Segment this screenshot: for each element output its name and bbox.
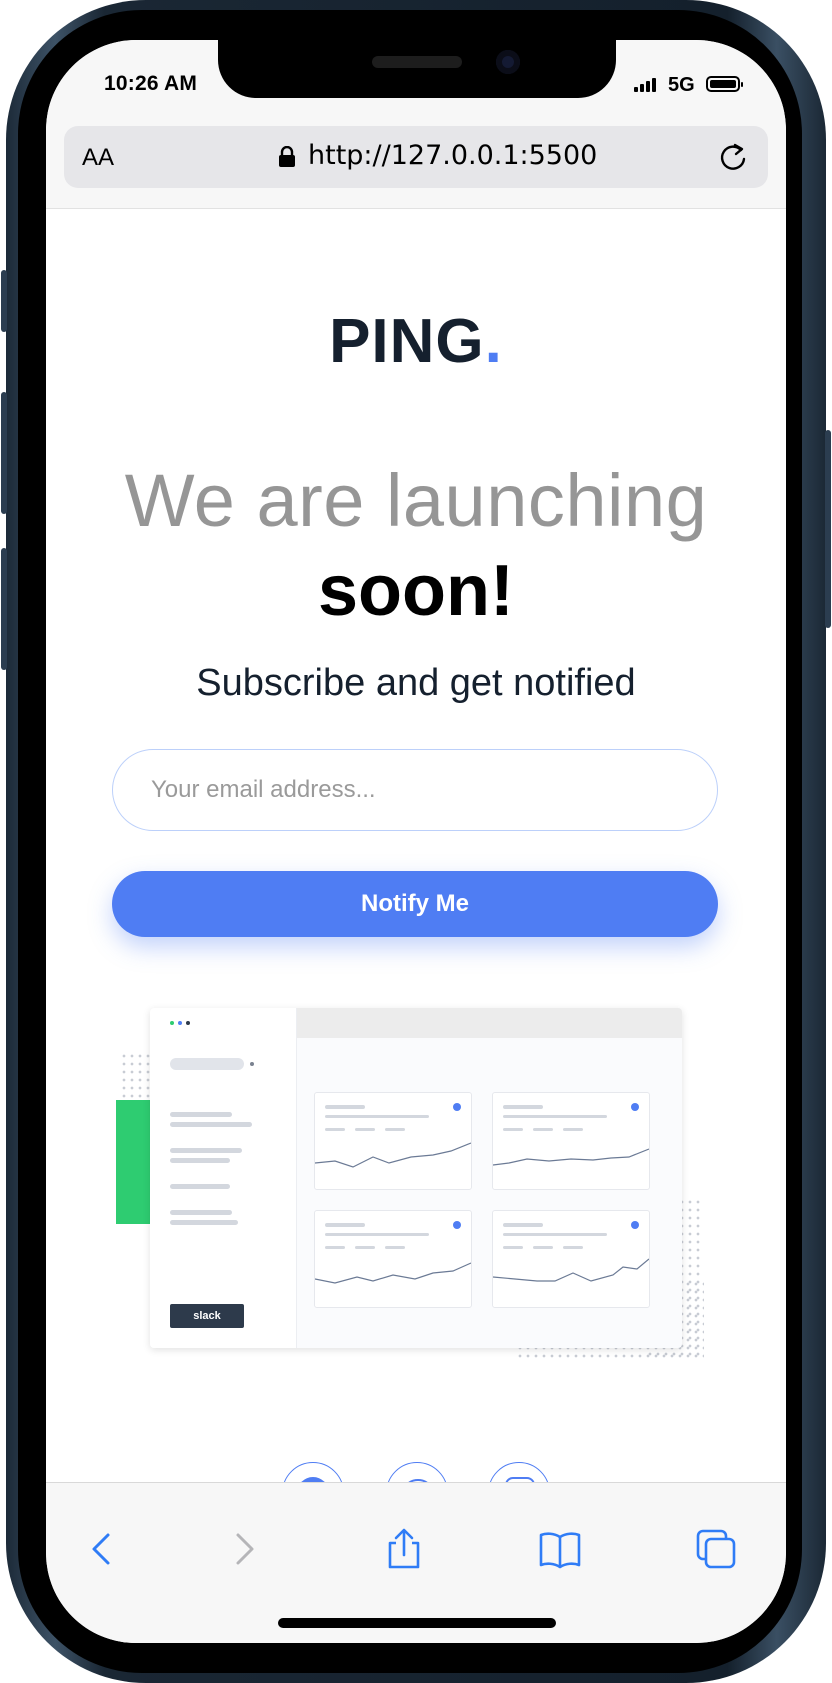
email-field[interactable]: [112, 749, 718, 831]
card-line: [325, 1128, 345, 1131]
status-dot: [631, 1221, 639, 1229]
nav-line: [170, 1112, 232, 1117]
notify-me-button[interactable]: Notify Me: [112, 871, 718, 937]
network-type: 5G: [668, 74, 695, 96]
phone-screen: 10:26 AM 5G AA http://127.0.0.1:5500 PIN: [46, 40, 786, 1643]
nav-line: [170, 1210, 232, 1215]
nav-line: [170, 1184, 230, 1189]
nav-line: [170, 1158, 230, 1163]
slack-badge: slack: [170, 1304, 244, 1328]
camera-notch: [218, 40, 616, 98]
chart-card: [314, 1210, 472, 1308]
card-line: [385, 1128, 405, 1131]
workspace-selector: [170, 1058, 244, 1070]
card-line: [533, 1246, 553, 1249]
chart-card: [492, 1210, 650, 1308]
nav-line: [170, 1220, 238, 1225]
card-line: [325, 1223, 365, 1227]
chevron-right-icon[interactable]: [222, 1527, 266, 1571]
card-line: [503, 1115, 607, 1118]
sparkline: [315, 1142, 471, 1168]
share-icon[interactable]: [382, 1527, 426, 1571]
volume-down-button: [1, 548, 7, 670]
card-line: [563, 1246, 583, 1249]
mute-switch: [1, 270, 7, 332]
card-line: [355, 1128, 375, 1131]
card-line: [503, 1223, 543, 1227]
url-text[interactable]: http://127.0.0.1:5500: [308, 140, 597, 171]
card-line: [385, 1246, 405, 1249]
book-icon[interactable]: [538, 1527, 582, 1571]
window-dot: [178, 1021, 182, 1025]
ping-logo: PING.: [329, 307, 503, 376]
card-line: [325, 1233, 429, 1236]
headline-bold: soon!: [318, 551, 514, 631]
reload-icon[interactable]: [716, 140, 750, 174]
card-line: [533, 1128, 553, 1131]
card-line: [503, 1233, 607, 1236]
card-line: [355, 1246, 375, 1249]
status-dot: [453, 1221, 461, 1229]
card-line: [563, 1128, 583, 1131]
dashboard-sidebar: slack: [150, 1008, 297, 1348]
signal-icon: [634, 78, 658, 92]
volume-up-button: [1, 392, 7, 514]
url-bar[interactable]: AA http://127.0.0.1:5500: [64, 126, 768, 188]
nav-line: [170, 1122, 252, 1127]
dashboard-illustration: slack: [106, 1008, 726, 1378]
card-line: [503, 1246, 523, 1249]
text-size-button[interactable]: AA: [82, 144, 114, 172]
window-dot: [186, 1021, 190, 1025]
front-camera: [496, 50, 520, 74]
lock-icon: [279, 146, 295, 167]
card-line: [325, 1246, 345, 1249]
speaker-grille: [372, 56, 462, 68]
card-line: [503, 1105, 543, 1109]
chart-card: [492, 1092, 650, 1190]
status-dot: [453, 1103, 461, 1111]
status-dot: [631, 1103, 639, 1111]
home-indicator[interactable]: [278, 1618, 556, 1628]
chevron-left-icon[interactable]: [80, 1527, 124, 1571]
power-button: [825, 430, 831, 628]
chart-card: [314, 1092, 472, 1190]
status-time: 10:26 AM: [104, 72, 198, 95]
card-line: [325, 1105, 365, 1109]
nav-line: [170, 1148, 242, 1153]
battery-icon: [706, 76, 743, 92]
card-line: [325, 1115, 429, 1118]
dashboard-window: slack: [150, 1008, 682, 1348]
sparkline: [315, 1262, 471, 1284]
sparkline: [493, 1258, 649, 1282]
subtitle: Subscribe and get notified: [196, 662, 636, 704]
window-dot: [170, 1021, 174, 1025]
tabs-icon[interactable]: [694, 1527, 738, 1571]
headline-light: We are launching: [124, 459, 708, 542]
sparkline: [493, 1148, 649, 1166]
card-line: [503, 1128, 523, 1131]
chevron-down-icon: [250, 1062, 254, 1066]
